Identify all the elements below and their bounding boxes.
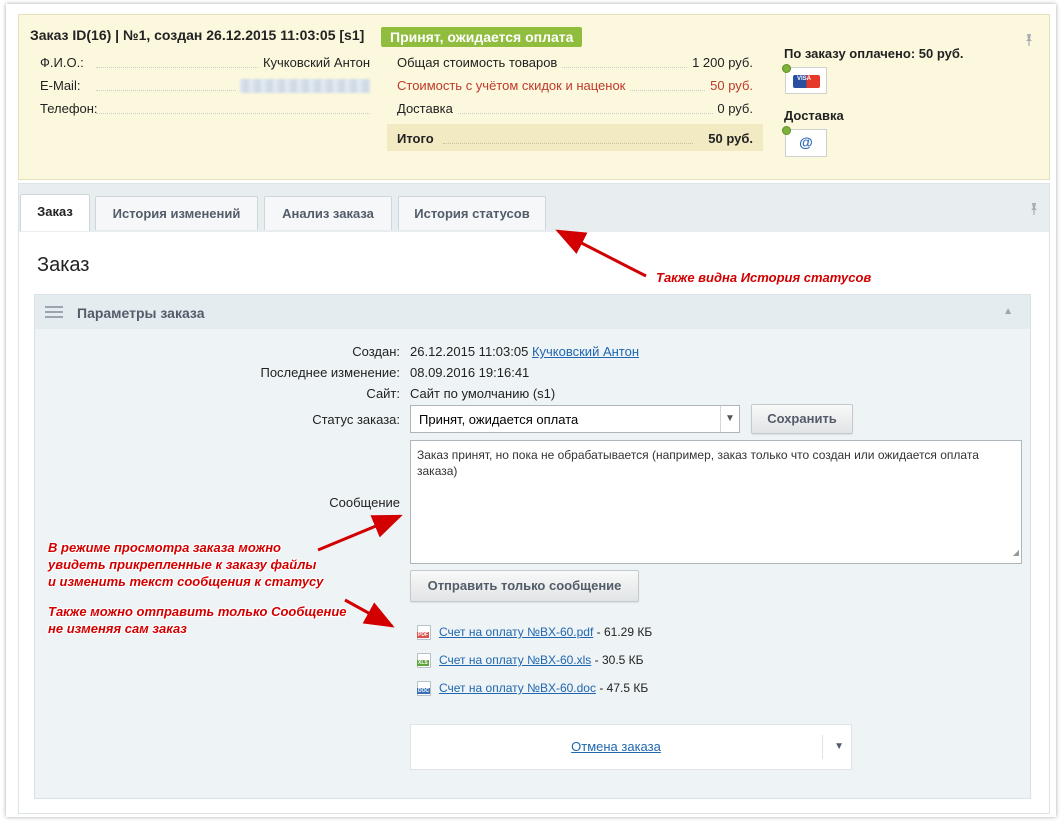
annotation-message-1: Также можно отправить только Сообщение	[48, 604, 347, 619]
annotation-files-2: увидеть прикрепленные к заказу файлы	[48, 557, 317, 572]
annotation-arrows	[317, 229, 647, 628]
annotation-files-3: и изменить текст сообщения к статусу	[48, 574, 324, 589]
annotation-files-1: В режиме просмотра заказа можно	[48, 540, 281, 555]
annotation-status-history: Также видна История статусов	[656, 270, 872, 285]
annotation-message-2: не изменяя сам заказ	[48, 621, 187, 636]
arrow-to-status-history	[555, 229, 647, 278]
arrow-to-send-button	[344, 598, 395, 628]
arrow-to-message	[317, 514, 403, 552]
